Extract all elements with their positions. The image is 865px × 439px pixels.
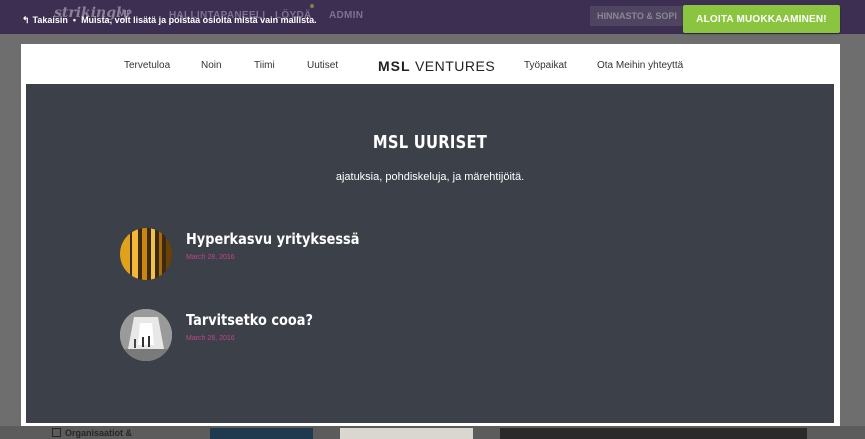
nav-link-team[interactable]: Tiimi — [254, 60, 275, 71]
nav-link-welcome[interactable]: Tervetuloa — [124, 60, 170, 71]
section-subtitle: ajatuksia, pohdiskeluja, ja märehtijöitä… — [335, 171, 525, 183]
post-thumbnail[interactable] — [120, 309, 172, 361]
nav-admin: ADMIN — [329, 10, 364, 21]
nav-link-news[interactable]: Uutiset — [307, 60, 338, 71]
nav-link-about[interactable]: Noin — [201, 60, 222, 71]
sidebar-item-organizations: Organisaatiot & — [52, 428, 132, 438]
site-navigation: Tervetuloa Noin Tiimi Uutiset MSL VENTUR… — [21, 44, 840, 84]
back-link[interactable]: Takaisin — [33, 15, 68, 25]
preview-hint: Muista, voit lisätä ja poistaa osioita m… — [81, 15, 317, 25]
section-title: MSL UURISET — [372, 132, 488, 153]
back-arrow-icon[interactable]: ↰ — [22, 15, 30, 25]
template-thumbnail — [500, 428, 807, 439]
site-brand[interactable]: MSL VENTURES — [378, 58, 495, 74]
news-section: MSL UURISET ajatuksia, pohdiskeluja, ja … — [26, 84, 834, 423]
post-date: March 28, 2016 — [186, 335, 235, 342]
template-thumbnail — [340, 428, 473, 439]
template-preview: Tervetuloa Noin Tiimi Uutiset MSL VENTUR… — [21, 44, 840, 426]
preview-message-bar: ↰ Takaisin • Muista, voit lisätä ja poistaa… — [22, 15, 317, 26]
checkbox-icon — [52, 428, 61, 437]
nav-link-jobs[interactable]: Työpaikat — [524, 60, 567, 71]
separator: • — [72, 15, 77, 25]
sidebar-item-label: Organisaatiot & — [65, 428, 133, 438]
brand-bold: MSL — [378, 58, 411, 74]
pricing-button: HINNASTO & SOPI — [590, 6, 690, 26]
post-thumbnail[interactable] — [120, 228, 172, 280]
corridor-image-icon — [120, 228, 172, 280]
brand-light: VENTURES — [414, 58, 496, 74]
post-title[interactable]: Tarvitsetko cooa? — [186, 311, 313, 329]
post-title[interactable]: Hyperkasvu yrityksessä — [186, 230, 359, 248]
template-thumbnail — [210, 428, 313, 439]
tunnel-image-icon — [120, 309, 172, 361]
nav-link-contact[interactable]: Ota Meihin yhteyttä — [597, 60, 683, 71]
start-editing-button[interactable]: ALOITA MUOKKAAMINEN! — [683, 5, 840, 33]
notification-dot — [310, 4, 314, 8]
post-date: March 28, 2016 — [186, 254, 235, 261]
